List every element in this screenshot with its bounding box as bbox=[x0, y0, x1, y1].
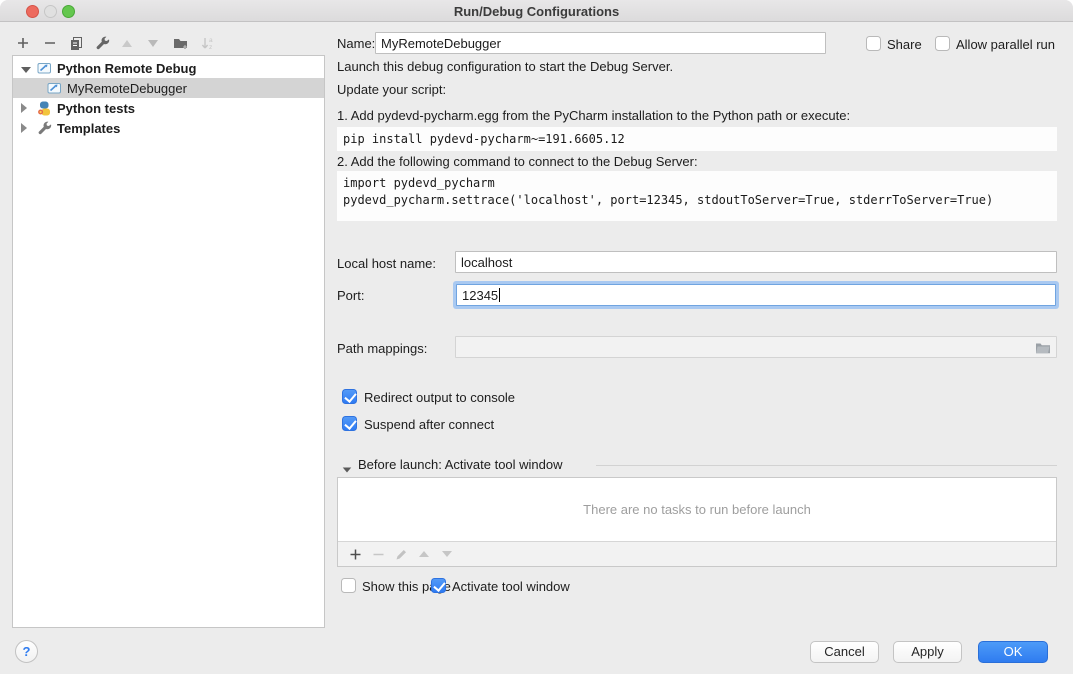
share-label: Share bbox=[887, 37, 922, 52]
pip-install-code: pip install pydevd-pycharm~=191.6605.12 bbox=[337, 127, 1057, 151]
step1-text: 1. Add pydevd-pycharm.egg from the PyCha… bbox=[337, 108, 850, 123]
run-debug-configurations-dialog: Run/Debug Configurations a bbox=[0, 0, 1073, 674]
python-icon bbox=[37, 101, 52, 116]
tree-item-python-tests[interactable]: Python tests bbox=[13, 98, 324, 118]
code-line: import pydevd_pycharm bbox=[343, 176, 495, 190]
configurations-tree: Python Remote Debug MyRemoteDebugger Pyt… bbox=[12, 55, 325, 628]
task-toolbar bbox=[338, 541, 1056, 566]
plus-icon bbox=[349, 548, 362, 561]
pencil-icon bbox=[395, 548, 408, 561]
redirect-output-checkbox[interactable] bbox=[342, 389, 357, 404]
chevron-down-icon bbox=[343, 467, 352, 472]
before-launch-collapse-arrow[interactable] bbox=[342, 461, 352, 476]
minus-icon bbox=[43, 36, 57, 50]
new-folder-button[interactable] bbox=[172, 34, 190, 52]
tree-item-label: Python tests bbox=[57, 101, 135, 116]
remote-debug-icon bbox=[37, 61, 52, 76]
collapse-arrow-icon[interactable] bbox=[21, 61, 31, 76]
move-up-icon bbox=[122, 40, 132, 47]
minus-icon bbox=[372, 548, 385, 561]
move-task-down-button[interactable] bbox=[438, 546, 456, 562]
local-host-name-label: Local host name: bbox=[337, 256, 436, 271]
allow-parallel-run-label: Allow parallel run bbox=[956, 37, 1055, 52]
remote-debug-icon bbox=[47, 81, 62, 96]
share-checkbox[interactable] bbox=[866, 36, 881, 51]
add-task-button[interactable] bbox=[346, 546, 364, 562]
port-label: Port: bbox=[337, 288, 364, 303]
name-input[interactable] bbox=[375, 32, 826, 54]
description-line2: Update your script: bbox=[337, 82, 446, 97]
move-down-icon bbox=[148, 40, 158, 47]
name-label: Name: bbox=[337, 36, 375, 51]
empty-tasks-message: There are no tasks to run before launch bbox=[338, 502, 1056, 517]
section-separator bbox=[596, 465, 1057, 466]
remove-configuration-button[interactable] bbox=[41, 34, 59, 52]
show-this-page-checkbox[interactable] bbox=[341, 578, 356, 593]
window-title: Run/Debug Configurations bbox=[0, 4, 1073, 19]
help-button[interactable]: ? bbox=[15, 640, 38, 663]
tree-item-label: MyRemoteDebugger bbox=[67, 81, 187, 96]
redirect-output-label: Redirect output to console bbox=[364, 390, 515, 405]
step2-text: 2. Add the following command to connect … bbox=[337, 154, 698, 169]
edit-task-button[interactable] bbox=[392, 546, 410, 562]
svg-text:z: z bbox=[209, 44, 212, 51]
remove-task-button[interactable] bbox=[369, 546, 387, 562]
add-configuration-button[interactable] bbox=[14, 34, 32, 52]
move-down-icon bbox=[442, 551, 452, 557]
sort-alphabetically-icon: a z bbox=[200, 36, 215, 51]
copy-configuration-button[interactable] bbox=[67, 34, 85, 52]
expand-arrow-icon[interactable] bbox=[21, 121, 31, 136]
sort-configurations-button[interactable]: a z bbox=[198, 34, 216, 52]
expand-arrow-icon[interactable] bbox=[21, 101, 31, 116]
edit-templates-button[interactable] bbox=[93, 34, 111, 52]
move-down-button[interactable] bbox=[144, 34, 162, 52]
path-mappings-label: Path mappings: bbox=[337, 341, 427, 356]
code-line: pydevd_pycharm.settrace('localhost', por… bbox=[343, 193, 993, 207]
plus-icon bbox=[16, 36, 30, 50]
text-caret bbox=[499, 288, 500, 302]
suspend-after-connect-checkbox[interactable] bbox=[342, 416, 357, 431]
local-host-name-input[interactable] bbox=[455, 251, 1057, 273]
new-folder-icon bbox=[173, 36, 189, 50]
before-launch-task-list[interactable]: There are no tasks to run before launch bbox=[337, 477, 1057, 567]
folder-icon[interactable] bbox=[1035, 341, 1051, 354]
tree-item-python-remote-debug[interactable]: Python Remote Debug bbox=[13, 58, 324, 78]
activate-tool-window-label: Activate tool window bbox=[452, 579, 570, 594]
move-up-button[interactable] bbox=[118, 34, 136, 52]
titlebar[interactable]: Run/Debug Configurations bbox=[0, 0, 1073, 22]
tree-item-label: Python Remote Debug bbox=[57, 61, 196, 76]
description-line1: Launch this debug configuration to start… bbox=[337, 59, 673, 74]
move-task-up-button[interactable] bbox=[415, 546, 433, 562]
wrench-icon bbox=[95, 36, 110, 51]
settrace-code: import pydevd_pycharm pydevd_pycharm.set… bbox=[337, 171, 1057, 221]
copy-icon bbox=[69, 36, 84, 51]
path-mappings-field[interactable] bbox=[455, 336, 1057, 358]
wrench-icon bbox=[37, 121, 52, 136]
port-value: 12345 bbox=[462, 288, 498, 303]
svg-text:a: a bbox=[209, 37, 213, 44]
allow-parallel-run-checkbox[interactable] bbox=[935, 36, 950, 51]
before-launch-title: Before launch: Activate tool window bbox=[358, 457, 563, 472]
apply-button[interactable]: Apply bbox=[893, 641, 962, 663]
move-up-icon bbox=[419, 551, 429, 557]
tree-item-templates[interactable]: Templates bbox=[13, 118, 324, 138]
ok-button[interactable]: OK bbox=[978, 641, 1048, 663]
port-input[interactable]: 12345 bbox=[456, 284, 1056, 306]
tree-item-label: Templates bbox=[57, 121, 120, 136]
tree-item-myremotedebugger[interactable]: MyRemoteDebugger bbox=[13, 78, 324, 98]
activate-tool-window-checkbox[interactable] bbox=[431, 578, 446, 593]
cancel-button[interactable]: Cancel bbox=[810, 641, 879, 663]
suspend-after-connect-label: Suspend after connect bbox=[364, 417, 494, 432]
